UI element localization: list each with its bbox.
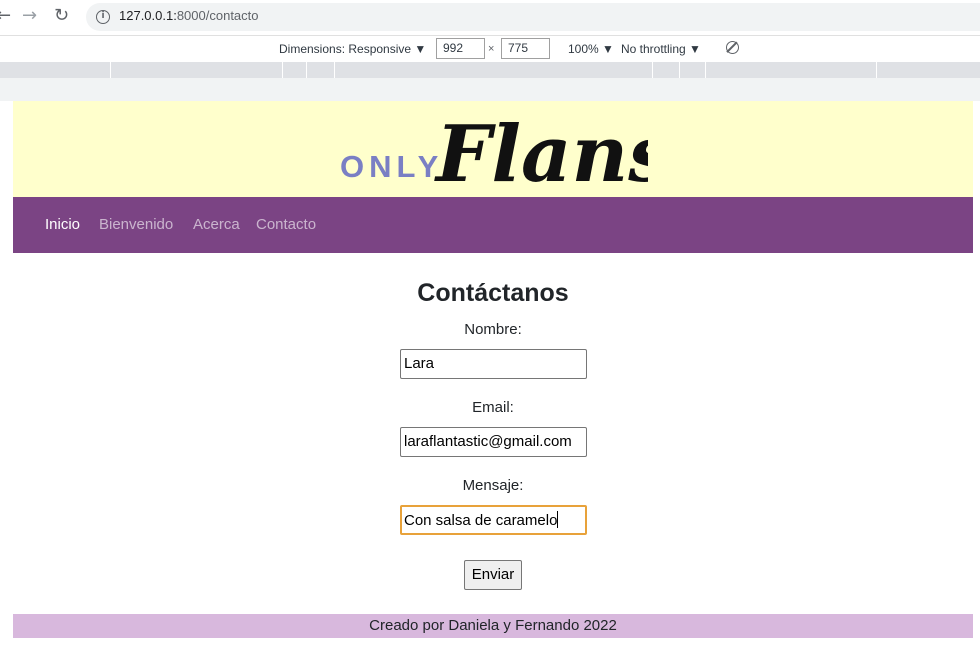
nav-link-contacto[interactable]: Contacto (256, 216, 316, 233)
url-text[interactable]: 127.0.0.1:8000/contacto (119, 8, 259, 23)
ruler-tick (652, 62, 653, 78)
device-toolbar: Dimensions: Responsive ▼ 992 × 775 100% … (0, 35, 980, 62)
rotate-icon[interactable] (726, 41, 739, 54)
footer: Creado por Daniela y Fernando 2022 (13, 614, 973, 638)
message-value: Con salsa de caramelo (404, 512, 558, 529)
browser-address-bar: ← → ↻ i 127.0.0.1:8000/contacto (0, 0, 980, 34)
email-field[interactable]: laraflantastic@gmail.com (400, 427, 587, 457)
url-path: 8000/contacto (176, 8, 259, 23)
nav-link-bienvenido[interactable]: Bienvenido (99, 216, 173, 233)
ruler-tick (334, 62, 335, 78)
message-field[interactable]: Con salsa de caramelo (400, 505, 587, 535)
navbar: Inicio Bienvenido Acerca Contacto (13, 197, 973, 253)
nav-link-inicio[interactable]: Inicio (45, 216, 80, 233)
nav-link-acerca[interactable]: Acerca (193, 216, 240, 233)
email-label: Email: (472, 399, 514, 416)
viewport-height-input[interactable]: 775 (501, 38, 550, 59)
message-label: Mensaje: (462, 477, 524, 494)
page-title: Contáctanos (417, 279, 569, 307)
dimension-separator: × (488, 43, 495, 55)
submit-button[interactable]: Enviar (464, 560, 522, 590)
logo-script: Flans (434, 109, 648, 197)
name-field[interactable]: Lara (400, 349, 587, 379)
contact-section: Contáctanos Nombre: Lara Email: laraflan… (13, 253, 973, 614)
zoom-dropdown[interactable]: 100% ▼ (568, 42, 614, 56)
page: ONLY Flans Inicio Bienvenido Acerca Cont… (13, 101, 973, 614)
back-arrow-icon[interactable]: ← (0, 6, 11, 26)
logo-prefix: ONLY (340, 149, 443, 184)
email-value: laraflantastic@gmail.com (404, 433, 572, 450)
throttling-dropdown[interactable]: No throttling ▼ (621, 42, 701, 56)
dimensions-dropdown[interactable]: Dimensions: Responsive ▼ (279, 42, 426, 56)
ruler-tick (306, 62, 307, 78)
viewport-width-input[interactable]: 992 (436, 38, 485, 59)
name-value: Lara (404, 355, 435, 372)
ruler-tick (679, 62, 680, 78)
viewport-margin (0, 78, 980, 101)
reload-icon[interactable]: ↻ (54, 6, 69, 26)
header-banner: ONLY Flans (13, 101, 973, 197)
site-logo: ONLY Flans (340, 109, 648, 197)
media-query-ruler (0, 62, 980, 78)
forward-arrow-icon[interactable]: → (22, 6, 37, 26)
text-caret (557, 511, 559, 528)
site-info-icon[interactable]: i (96, 10, 110, 24)
ruler-tick (876, 62, 877, 78)
ruler-tick (110, 62, 111, 78)
url-host: 127.0.0.1: (119, 8, 177, 23)
url-omnibox[interactable]: i 127.0.0.1:8000/contacto (86, 3, 980, 31)
ruler-tick (282, 62, 283, 78)
ruler-tick (705, 62, 706, 78)
name-label: Nombre: (464, 321, 522, 338)
